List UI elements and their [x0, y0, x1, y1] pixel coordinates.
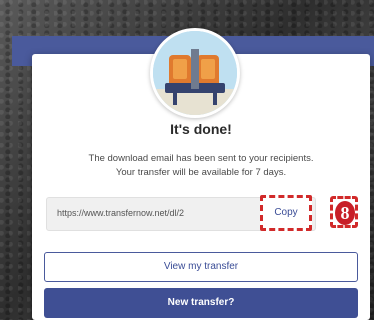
dialog-title: It's done!: [170, 121, 232, 137]
view-transfer-button[interactable]: View my transfer: [44, 252, 358, 282]
step-number-badge: 8: [335, 201, 355, 225]
dialog-message-line-1: The download email has been sent to your…: [88, 153, 314, 164]
transfer-link-text: https://www.transfernow.net/dl/2: [57, 208, 185, 218]
step-annotation: 8: [330, 196, 358, 228]
dialog-message-line-2: Your transfer will be available for 7 da…: [115, 167, 287, 178]
copy-link-button[interactable]: Copy: [260, 195, 312, 231]
new-transfer-button[interactable]: New transfer?: [44, 288, 358, 318]
seat-illustration-icon: [150, 28, 240, 118]
